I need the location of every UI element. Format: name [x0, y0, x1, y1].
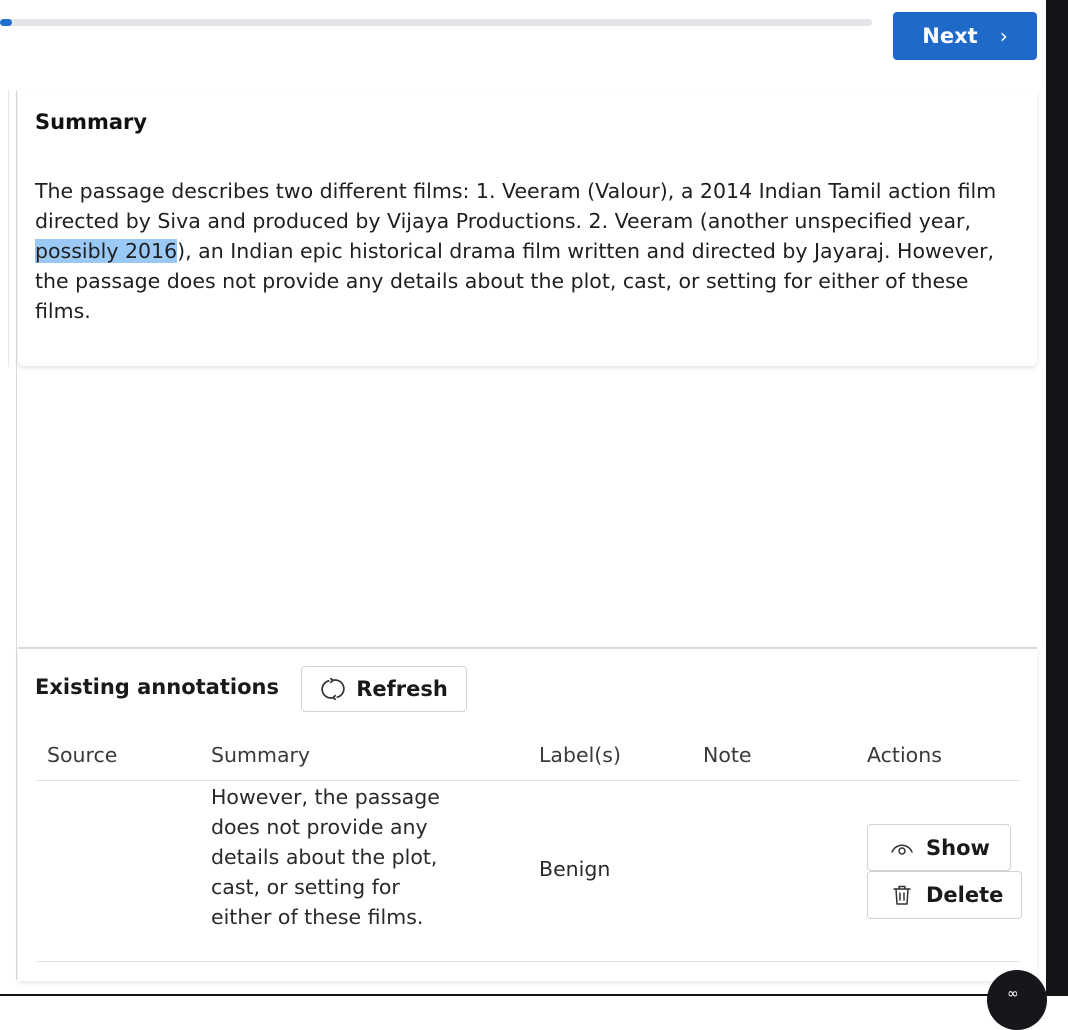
- column-header-note[interactable]: Note: [703, 743, 752, 767]
- summary-text-before: The passage describes two different film…: [35, 179, 997, 233]
- summary-text: The passage describes two different film…: [35, 176, 1027, 326]
- delete-button[interactable]: Delete: [867, 871, 1022, 919]
- summary-card: Summary The passage describes two differ…: [18, 90, 1037, 366]
- delete-button-label: Delete: [926, 883, 1004, 907]
- annotations-title: Existing annotations: [35, 675, 279, 699]
- summary-title: Summary: [35, 110, 148, 134]
- table-header-divider: [36, 780, 1020, 781]
- progress-bar-fill: [0, 19, 12, 26]
- cell-labels: Benign: [539, 857, 611, 881]
- panel-divider: [16, 90, 17, 980]
- summary-text-after: ), an Indian epic historical drama film …: [35, 239, 995, 323]
- column-header-labels[interactable]: Label(s): [539, 743, 621, 767]
- chevron-right-icon: ›: [999, 24, 1008, 48]
- scrollbar[interactable]: [1046, 0, 1068, 996]
- chat-icon: ∞: [1007, 986, 1019, 1002]
- show-button-label: Show: [926, 835, 990, 860]
- summary-text-selection[interactable]: possibly 2016: [35, 239, 178, 263]
- table-row-divider: [36, 961, 1020, 962]
- column-header-source[interactable]: Source: [47, 743, 117, 767]
- refresh-button-label: Refresh: [356, 677, 448, 701]
- eye-icon: [891, 844, 913, 855]
- show-button[interactable]: Show: [867, 824, 1011, 871]
- cell-summary: However, the passage does not provide an…: [211, 785, 440, 929]
- floating-chat-button[interactable]: ∞: [987, 970, 1047, 1030]
- column-header-actions: Actions: [867, 743, 942, 767]
- column-header-summary[interactable]: Summary: [211, 743, 310, 767]
- left-panel-edge: [0, 90, 9, 367]
- next-button[interactable]: Next ›: [893, 12, 1037, 60]
- progress-bar: [0, 19, 872, 26]
- next-button-label: Next: [922, 24, 978, 48]
- refresh-icon: [321, 677, 345, 701]
- refresh-button[interactable]: Refresh: [301, 666, 467, 712]
- existing-annotations-panel: Existing annotations Refresh Source Summ…: [18, 647, 1037, 981]
- trash-icon: [893, 885, 911, 905]
